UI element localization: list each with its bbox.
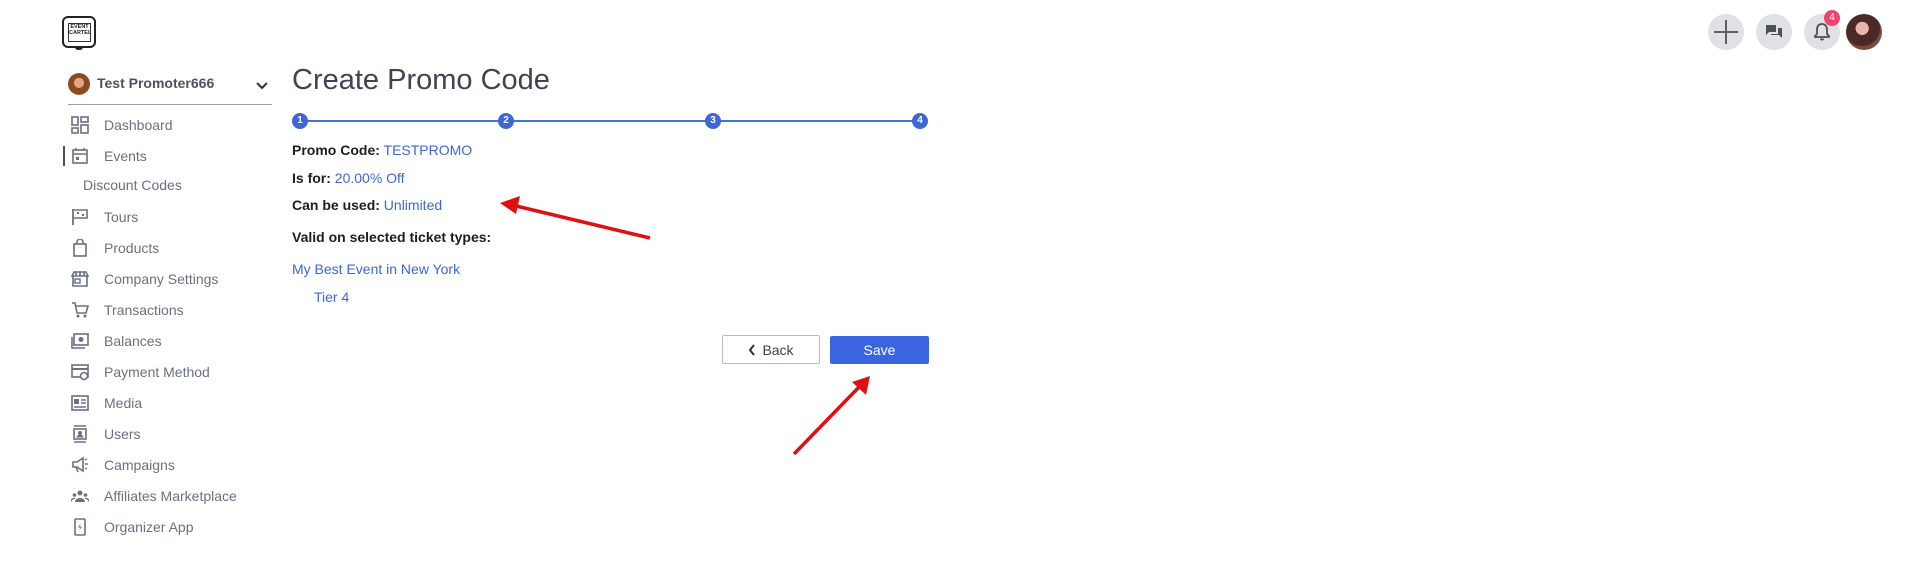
annotation-arrow-unlimited <box>500 196 651 240</box>
annotation-arrow-save <box>792 376 870 456</box>
annotation-arrows <box>500 196 870 456</box>
